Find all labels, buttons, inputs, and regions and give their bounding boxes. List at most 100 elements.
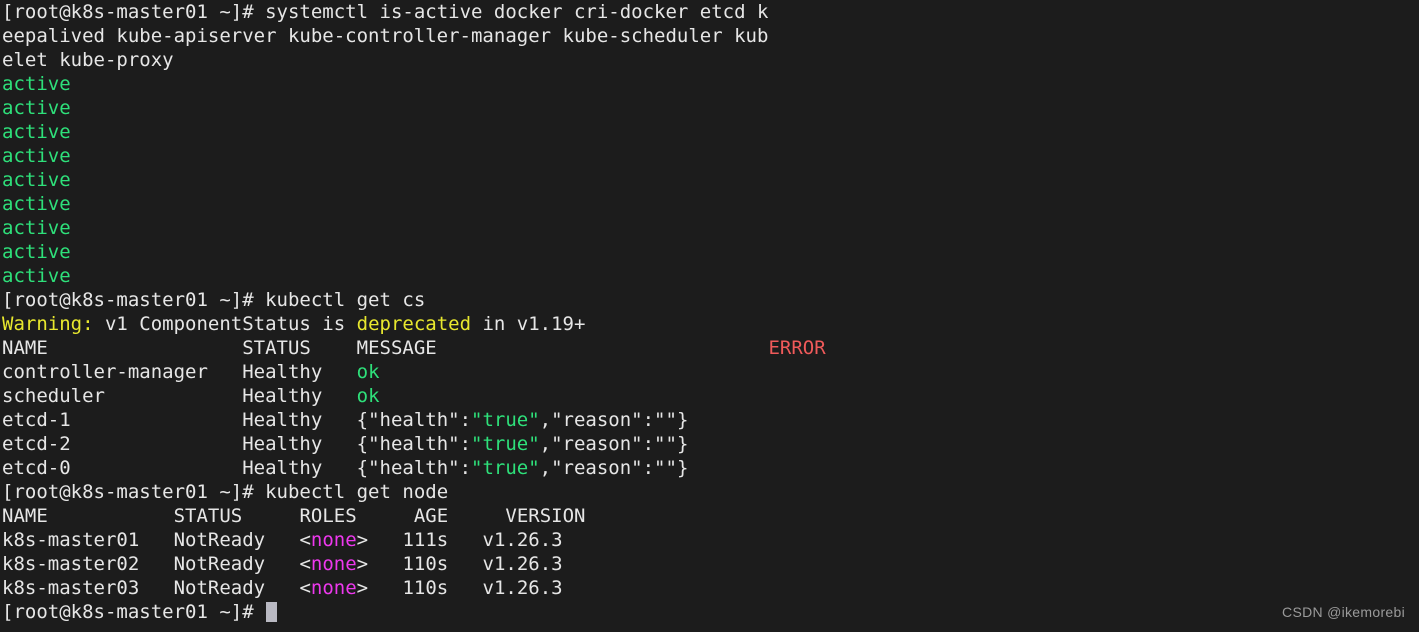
- cs-row-status: Healthy: [242, 361, 323, 383]
- node-row-status: NotReady: [173, 553, 266, 575]
- output-active-line: active: [2, 96, 1419, 120]
- cs-table-row: scheduler Healthy ok: [2, 384, 1419, 408]
- output-active-line: active: [2, 240, 1419, 264]
- node-table-row: k8s-master01 NotReady <none> 111s v1.26.…: [2, 528, 1419, 552]
- service-state: active: [2, 169, 71, 191]
- service-state: active: [2, 241, 71, 263]
- output-active-line: active: [2, 192, 1419, 216]
- cs-row-name: etcd-0: [2, 457, 71, 479]
- node-row-roles-open: <: [299, 553, 311, 575]
- pad: [242, 505, 299, 527]
- pad: [139, 553, 173, 575]
- node-table-header: NAME STATUS ROLES AGE VERSION: [2, 504, 1419, 528]
- node-row-roles-open: <: [299, 577, 311, 599]
- warning-mid-text: v1 ComponentStatus is: [93, 313, 357, 335]
- cs-table-header: NAME STATUS MESSAGE ERROR: [2, 336, 1419, 360]
- pad: [437, 337, 769, 359]
- node-row-age: 111s: [402, 529, 449, 551]
- output-active-line: active: [2, 168, 1419, 192]
- node-row-roles-value: none: [310, 553, 357, 575]
- pad: [448, 505, 505, 527]
- cs-row-name: scheduler: [2, 385, 105, 407]
- deprecation-warning: Warning: v1 ComponentStatus is deprecate…: [2, 312, 1419, 336]
- pad: [48, 505, 174, 527]
- command-text: kubectl get node: [265, 481, 449, 503]
- node-header-status: STATUS: [173, 505, 243, 527]
- node-row-name: k8s-master02: [2, 553, 140, 575]
- node-row-age: 110s: [402, 577, 449, 599]
- cs-row-message-prefix: {"health":: [356, 433, 472, 455]
- pad: [139, 577, 173, 599]
- terminal-window[interactable]: [root@k8s-master01 ~]# systemctl is-acti…: [0, 0, 1419, 632]
- node-row-roles-close: >: [356, 553, 369, 575]
- cs-header-error: ERROR: [768, 337, 826, 359]
- node-row-age: 110s: [402, 553, 449, 575]
- command-line-systemctl-wrap2: elet kube-proxy: [2, 48, 1419, 72]
- pad: [265, 553, 299, 575]
- node-row-version: v1.26.3: [482, 553, 563, 575]
- pad: [322, 409, 356, 431]
- output-active-line: active: [2, 264, 1419, 288]
- cs-header-message: MESSAGE: [356, 337, 437, 359]
- warning-label: Warning:: [2, 313, 94, 335]
- node-row-status: NotReady: [173, 577, 266, 599]
- cs-table-row: etcd-2 Healthy {"health":"true","reason"…: [2, 432, 1419, 456]
- node-row-version: v1.26.3: [482, 529, 563, 551]
- pad: [368, 577, 402, 599]
- node-row-roles-open: <: [299, 529, 311, 551]
- pad: [322, 433, 356, 455]
- command-text-part1: systemctl is-active docker cri-docker et…: [265, 1, 769, 23]
- node-row-name: k8s-master01: [2, 529, 140, 551]
- node-row-roles-value: none: [310, 529, 357, 551]
- cs-row-message-suffix: ,"reason":""}: [539, 409, 689, 431]
- node-row-version: v1.26.3: [482, 577, 563, 599]
- cs-row-status: Healthy: [242, 433, 323, 455]
- pad: [368, 553, 402, 575]
- pad: [322, 385, 356, 407]
- node-table-row: k8s-master03 NotReady <none> 110s v1.26.…: [2, 576, 1419, 600]
- node-row-name: k8s-master03: [2, 577, 140, 599]
- terminal-screen: [root@k8s-master01 ~]# systemctl is-acti…: [2, 0, 1419, 624]
- pad: [311, 337, 357, 359]
- service-state: active: [2, 121, 71, 143]
- cs-header-status: STATUS: [242, 337, 311, 359]
- cs-table-row: controller-manager Healthy ok: [2, 360, 1419, 384]
- service-state: active: [2, 217, 71, 239]
- text-cursor[interactable]: [266, 602, 278, 622]
- cs-row-message-value: "true": [471, 457, 540, 479]
- pad: [208, 361, 242, 383]
- cs-table-row: etcd-0 Healthy {"health":"true","reason"…: [2, 456, 1419, 480]
- command-line-systemctl-wrap1: eepalived kube-apiserver kube-controller…: [2, 24, 1419, 48]
- pad: [48, 337, 242, 359]
- command-line-get-cs: [root@k8s-master01 ~]# kubectl get cs: [2, 288, 1419, 312]
- service-state: active: [2, 73, 71, 95]
- service-state: active: [2, 97, 71, 119]
- pad: [368, 529, 402, 551]
- pad: [265, 529, 299, 551]
- command-text-part3: elet kube-proxy: [2, 49, 174, 71]
- shell-prompt: [root@k8s-master01 ~]#: [2, 1, 266, 23]
- active-prompt-line[interactable]: [root@k8s-master01 ~]#: [2, 600, 1419, 624]
- cs-row-message-value: "true": [471, 409, 540, 431]
- node-header-name: NAME: [2, 505, 48, 527]
- pad: [322, 361, 356, 383]
- node-header-age: AGE: [413, 505, 449, 527]
- output-active-line: active: [2, 72, 1419, 96]
- node-header-version: VERSION: [505, 505, 586, 527]
- node-table-row: k8s-master02 NotReady <none> 110s v1.26.…: [2, 552, 1419, 576]
- output-active-line: active: [2, 120, 1419, 144]
- output-active-line: active: [2, 216, 1419, 240]
- output-active-line: active: [2, 144, 1419, 168]
- cs-row-message-suffix: ,"reason":""}: [539, 457, 689, 479]
- cs-row-name: controller-manager: [2, 361, 208, 383]
- warning-keyword: deprecated: [356, 313, 472, 335]
- pad: [139, 529, 173, 551]
- command-line-get-node: [root@k8s-master01 ~]# kubectl get node: [2, 480, 1419, 504]
- node-row-roles-close: >: [356, 529, 369, 551]
- pad: [265, 577, 299, 599]
- cs-row-message: ok: [356, 385, 380, 407]
- command-line-systemctl: [root@k8s-master01 ~]# systemctl is-acti…: [2, 0, 1419, 24]
- shell-prompt: [root@k8s-master01 ~]#: [2, 289, 266, 311]
- cs-row-message-value: "true": [471, 433, 540, 455]
- pad: [448, 553, 482, 575]
